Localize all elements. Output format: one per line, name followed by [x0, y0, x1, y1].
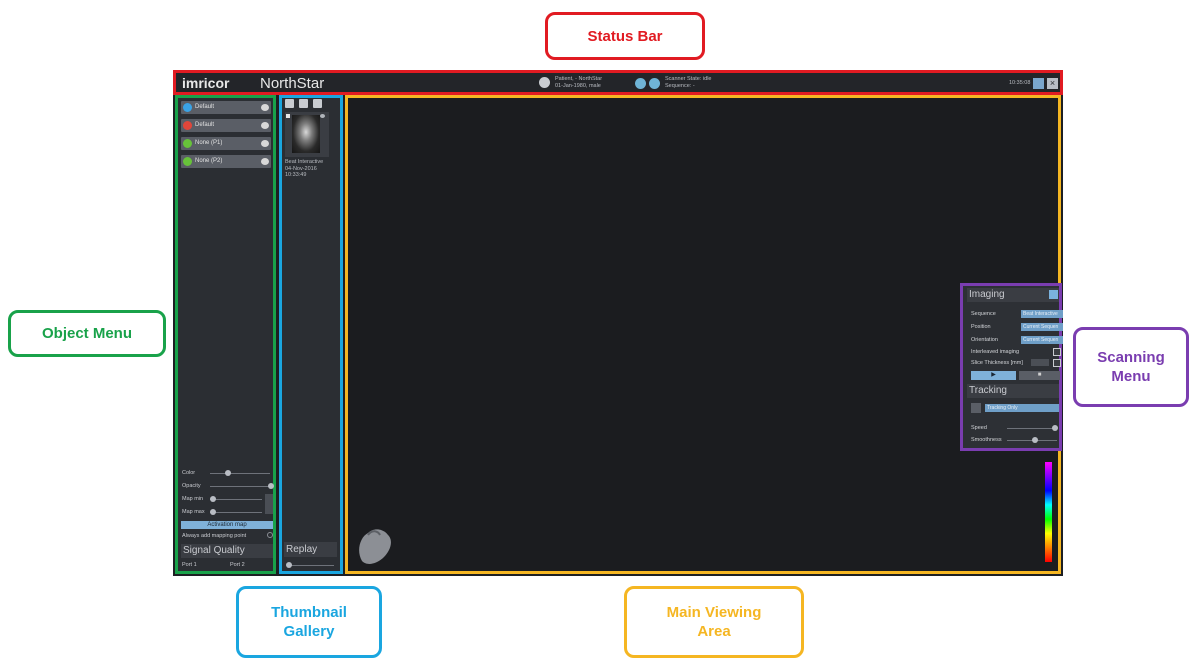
- eye-icon[interactable]: [261, 104, 269, 111]
- opacity-label: Opacity: [182, 483, 201, 489]
- map-max-slider-handle[interactable]: [210, 509, 216, 515]
- eye-icon[interactable]: [261, 158, 269, 165]
- port2-label: Port 2: [230, 562, 245, 568]
- thumbnail-title: Beat Interactive: [285, 159, 324, 165]
- signal-quality-header: Signal Quality: [181, 544, 273, 558]
- callout-main-viewing-area: Main Viewing Area: [624, 586, 804, 658]
- close-icon[interactable]: ×: [1047, 78, 1058, 89]
- replay-header: Replay: [284, 542, 337, 557]
- callout-status-bar: Status Bar: [545, 12, 705, 60]
- dot-icon: [183, 103, 192, 112]
- gallery-add-icon[interactable]: [285, 99, 294, 108]
- slice-thickness-input[interactable]: [1031, 359, 1049, 366]
- callout-object-menu: Object Menu: [8, 310, 166, 357]
- gallery-view-icon[interactable]: [299, 99, 308, 108]
- sequence-status: Sequence: -: [665, 83, 695, 89]
- slice-thickness-label: Slice Thickness [mm]: [971, 360, 1023, 366]
- scanner-connection-icon: [649, 78, 660, 89]
- replay-slider-track[interactable]: [288, 565, 334, 566]
- thumbnail-gallery: Beat Interactive 04-Nov-2016 10:33:49 Re…: [279, 95, 343, 574]
- play-button[interactable]: ▶: [971, 371, 1016, 380]
- activation-map-button[interactable]: Activation map: [181, 521, 273, 529]
- patient-info: 01-Jan-1980, male: [555, 83, 601, 89]
- sequence-label: Sequence: [971, 311, 996, 317]
- clock: 10:35:08: [1009, 80, 1031, 86]
- map-range-toggle[interactable]: [265, 494, 273, 514]
- map-min-label: Map min: [182, 496, 204, 502]
- patient-avatar-icon: [539, 77, 550, 88]
- speed-slider-handle[interactable]: [1052, 425, 1058, 431]
- scanner-icon: [635, 78, 646, 89]
- map-min-slider-track[interactable]: [210, 499, 262, 500]
- replay-slider-handle[interactable]: [286, 562, 292, 568]
- eye-icon[interactable]: [320, 114, 325, 118]
- dot-icon: [183, 121, 192, 130]
- tracking-mode-select[interactable]: Tracking Only: [985, 404, 1059, 412]
- position-select[interactable]: Current Sequen: [1021, 323, 1063, 331]
- object-menu: Default Default None (P1) None (P2) Colo…: [175, 95, 276, 574]
- always-add-toggle[interactable]: [267, 532, 273, 538]
- callout-scanning-menu: Scanning Menu: [1073, 327, 1189, 407]
- speed-slider-track[interactable]: [1007, 428, 1057, 429]
- app-title: NorthStar: [260, 75, 325, 92]
- patient-name: Patient, - NorthStar: [555, 76, 603, 82]
- orientation-label: Orientation: [971, 337, 998, 343]
- color-label: Color: [182, 470, 196, 476]
- speed-label: Speed: [971, 425, 987, 431]
- logo: imricor: [182, 75, 230, 91]
- color-slider-handle[interactable]: [225, 470, 231, 476]
- stop-button[interactable]: ■: [1019, 371, 1060, 380]
- tracking-title: Tracking: [969, 385, 1007, 396]
- thumbnail-checkbox[interactable]: [286, 114, 290, 118]
- map-min-slider-handle[interactable]: [210, 496, 216, 502]
- signal-quality-title: Signal Quality: [183, 545, 245, 556]
- opacity-slider-handle[interactable]: [268, 483, 274, 489]
- thumbnail-date: 04-Nov-2016 10:33:49: [285, 166, 317, 178]
- status-bar: imricor NorthStar Patient, - NorthStar 0…: [173, 70, 1063, 95]
- thumbnail[interactable]: [285, 112, 329, 157]
- object-row[interactable]: Default: [181, 119, 271, 132]
- imaging-title: Imaging: [969, 289, 1005, 300]
- object-label: None (P2): [195, 158, 223, 164]
- smoothness-slider-handle[interactable]: [1032, 437, 1038, 443]
- always-add-label: Always add mapping point: [182, 533, 247, 539]
- object-label: None (P1): [195, 140, 223, 146]
- object-row[interactable]: None (P1): [181, 137, 271, 150]
- orientation-select[interactable]: Current Sequen: [1021, 336, 1063, 344]
- dot-icon: [183, 157, 192, 166]
- gallery-delete-icon[interactable]: [313, 99, 322, 108]
- object-row[interactable]: Default: [181, 101, 271, 114]
- color-scale-bar: [1045, 462, 1052, 562]
- map-max-label: Map max: [182, 509, 205, 515]
- object-label: Default: [195, 122, 215, 128]
- eye-icon[interactable]: [261, 140, 269, 147]
- mri-thumbnail-image: [292, 115, 320, 153]
- slice-thickness-checkbox[interactable]: [1053, 359, 1061, 367]
- tracking-header: Tracking: [967, 384, 1059, 398]
- orientation-heart-icon: [359, 529, 391, 564]
- object-label: Default: [195, 104, 215, 110]
- eye-icon[interactable]: [261, 122, 269, 129]
- color-slider-track[interactable]: [210, 473, 270, 474]
- port1-label: Port 1: [182, 562, 197, 568]
- tracking-toggle-icon[interactable]: [971, 403, 981, 413]
- scanning-menu: Imaging Sequence Beat Interactive Positi…: [960, 283, 1063, 451]
- scanner-state: Scanner State: idle: [665, 76, 712, 82]
- replay-title: Replay: [286, 544, 318, 555]
- sequence-select[interactable]: Beat Interactive: [1021, 310, 1063, 318]
- dot-icon: [183, 139, 192, 148]
- imaging-header: Imaging: [967, 288, 1059, 302]
- smoothness-label: Smoothness: [971, 437, 1002, 443]
- object-row[interactable]: None (P2): [181, 155, 271, 168]
- opacity-slider-track[interactable]: [210, 486, 270, 487]
- interleaved-checkbox[interactable]: [1053, 348, 1061, 356]
- interleaved-label: Interleaved imaging: [971, 349, 1020, 355]
- position-label: Position: [971, 324, 991, 330]
- map-max-slider-track[interactable]: [210, 512, 262, 513]
- callout-thumbnail-gallery: Thumbnail Gallery: [236, 586, 382, 658]
- main-viewing-area[interactable]: [345, 95, 1061, 574]
- settings-icon[interactable]: [1033, 78, 1044, 89]
- search-icon[interactable]: [1049, 290, 1058, 299]
